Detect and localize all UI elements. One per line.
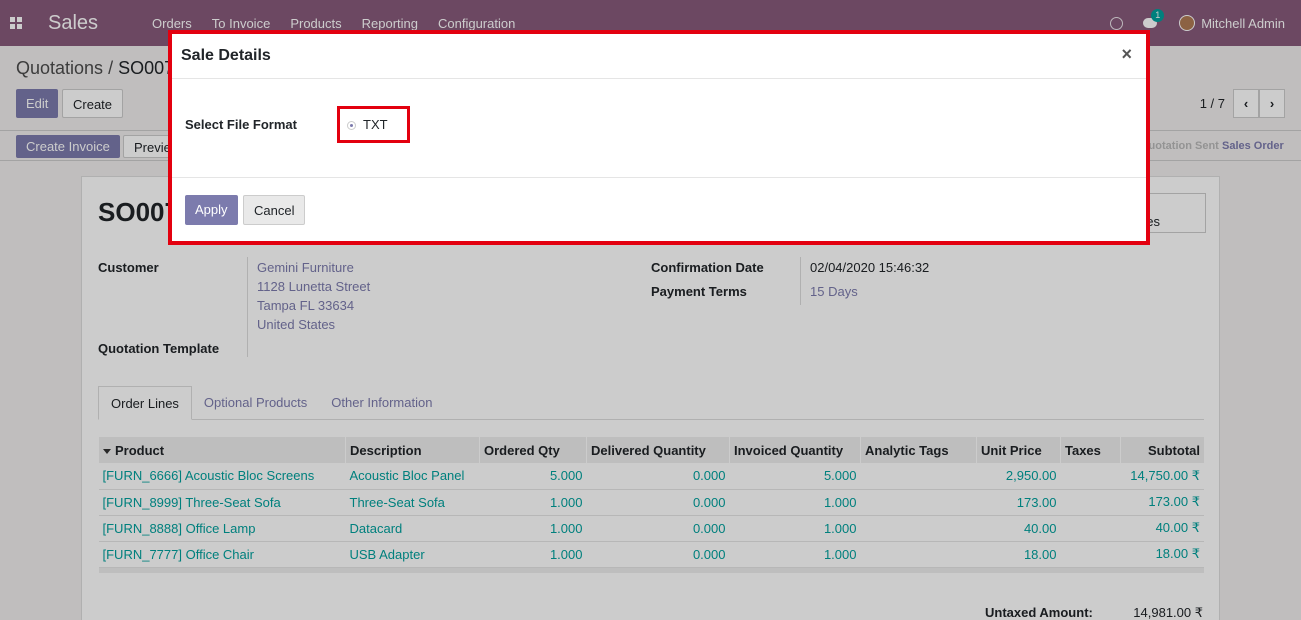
- apply-button[interactable]: Apply: [185, 195, 238, 225]
- sale-details-dialog: Sale Details × Select File Format TXT Ap…: [168, 30, 1150, 245]
- cancel-button[interactable]: Cancel: [243, 195, 306, 225]
- file-format-label: Select File Format: [185, 117, 297, 132]
- dialog-title: Sale Details: [181, 47, 271, 64]
- dialog-header: Sale Details ×: [172, 34, 1146, 79]
- txt-radio-label[interactable]: TXT: [363, 117, 388, 132]
- dialog-footer: Apply Cancel: [172, 178, 1146, 241]
- close-icon[interactable]: ×: [1121, 44, 1132, 65]
- dialog-body: Select File Format TXT: [172, 79, 1146, 178]
- txt-radio-button[interactable]: [347, 121, 356, 130]
- file-format-radio-group: TXT: [337, 106, 410, 143]
